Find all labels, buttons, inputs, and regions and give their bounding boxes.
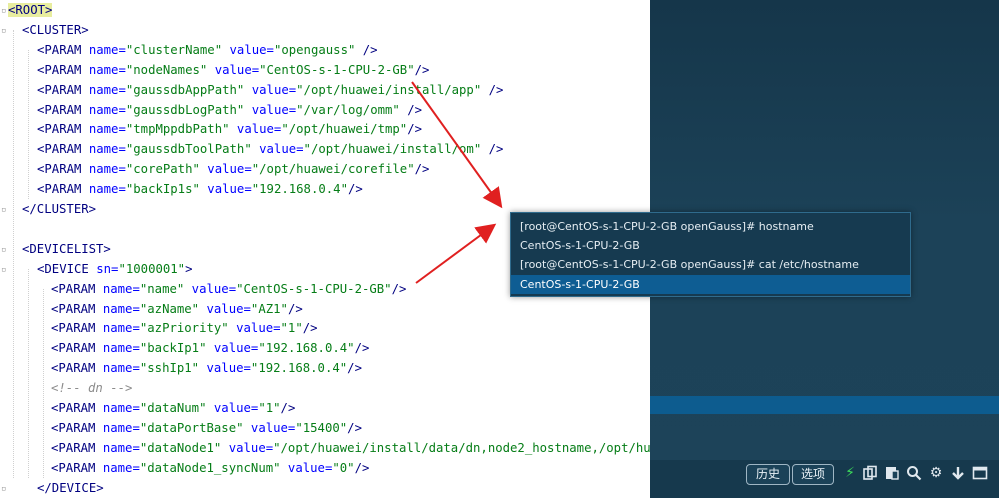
arrow-to-hostname-file: [415, 223, 497, 284]
arrow-to-hostname-output: [411, 81, 503, 209]
annotation-arrows: [411, 81, 503, 284]
